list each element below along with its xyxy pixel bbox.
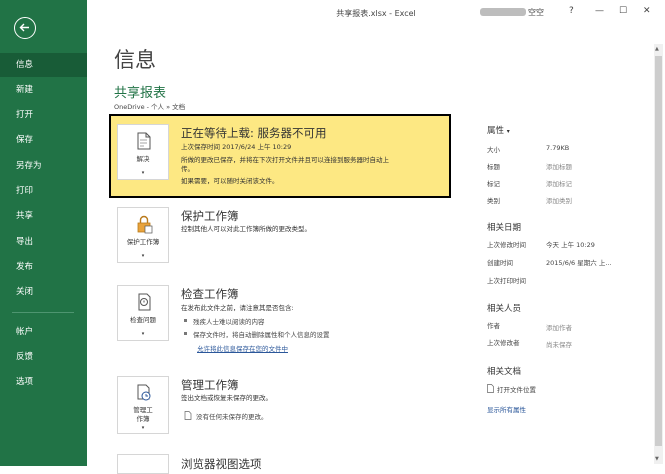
chevron-down-icon: ▾ <box>506 128 510 135</box>
nav-separator <box>12 312 74 313</box>
manage-workbook-button[interactable]: 管理工 作簿 ▾ <box>117 376 169 434</box>
upload-heading: 正在等待上载: 服务器不可用 <box>181 126 327 140</box>
chevron-down-icon: ▾ <box>141 425 145 431</box>
allow-save-info-link[interactable]: 允许将此信息保存在您的文件中 <box>197 343 288 353</box>
show-all-properties-link[interactable]: 显示所有属性 <box>487 404 526 414</box>
document-resolve-icon <box>137 132 151 150</box>
restore-button[interactable]: ☐ <box>619 6 627 16</box>
author-value[interactable]: 添加作者 <box>546 322 572 332</box>
size-label: 大小 <box>487 146 500 154</box>
vertical-scrollbar[interactable]: ▲ ▼ <box>654 44 663 464</box>
window-title: 共享报表.xlsx - Excel <box>336 9 416 18</box>
document-icon <box>487 384 494 393</box>
nav-save[interactable]: 保存 <box>0 128 87 152</box>
nav-feedback[interactable]: 反馈 <box>0 345 87 369</box>
nav-new[interactable]: 新建 <box>0 78 87 102</box>
help-button[interactable]: ? <box>569 6 574 16</box>
check-issues-button[interactable]: 检查问题 ▾ <box>117 285 169 341</box>
nav-options[interactable]: 选项 <box>0 370 87 394</box>
inspect-bullet-2: 保存文件时，将自动删除属性和个人信息的设置 <box>184 329 330 339</box>
size-value: 7.79KB <box>546 144 570 152</box>
inspect-document-icon <box>138 293 151 311</box>
last-modified-by-label: 上次修改者 <box>487 339 520 347</box>
chevron-down-icon: ▾ <box>141 253 145 259</box>
tags-label: 标记 <box>487 180 500 188</box>
close-button[interactable]: ✕ <box>643 6 651 16</box>
last-modified-by-value: 尚未保存 <box>546 341 572 349</box>
scroll-down-icon[interactable]: ▼ <box>655 456 659 462</box>
protect-desc: 控制其他人可以对此工作簿所做的更改类型。 <box>181 225 311 233</box>
created-label: 创建时间 <box>487 259 513 267</box>
nav-open[interactable]: 打开 <box>0 103 87 127</box>
manage-workbook-label: 管理工 作簿 <box>133 406 153 423</box>
manage-heading: 管理工作簿 <box>181 378 239 392</box>
upload-desc-2: 传。 <box>181 165 194 173</box>
nav-export[interactable]: 导出 <box>0 230 87 254</box>
file-path[interactable]: OneDrive - 个人 » 文档 <box>114 101 185 111</box>
back-arrow-icon <box>19 23 29 32</box>
scroll-up-icon[interactable]: ▲ <box>655 46 659 52</box>
nav-info[interactable]: 信息 <box>0 53 87 77</box>
lock-icon <box>137 215 153 234</box>
tags-value[interactable]: 添加标记 <box>546 178 572 188</box>
category-value[interactable]: 添加类别 <box>546 195 572 205</box>
last-modified-value: 今天 上午 10:29 <box>546 241 595 249</box>
title-bar: 共享报表.xlsx - Excel <box>87 0 665 24</box>
document-icon <box>184 411 192 420</box>
chevron-down-icon: ▾ <box>141 170 145 176</box>
back-button[interactable] <box>14 17 36 39</box>
page-title: 信息 <box>114 48 156 72</box>
category-label: 类别 <box>487 197 500 205</box>
related-people-heading: 相关人员 <box>487 304 522 314</box>
title-value[interactable]: 添加标题 <box>546 161 572 171</box>
inspect-bullet-1: 残疾人士难以阅读的内容 <box>184 316 265 326</box>
inspect-desc: 在发布此文件之前，请注意其是否包含: <box>181 304 294 312</box>
scrollbar-thumb[interactable] <box>655 56 662 446</box>
protect-heading: 保护工作簿 <box>181 209 239 223</box>
check-issues-label: 检查问题 <box>130 316 156 324</box>
last-printed-label: 上次打印时间 <box>487 277 526 285</box>
nav-close[interactable]: 关闭 <box>0 280 87 304</box>
account-avatar <box>480 8 526 16</box>
manage-desc: 签出文档或恢复未保存的更改。 <box>181 394 272 402</box>
upload-desc-3: 如果需要，可以随时关闭该文件。 <box>181 177 279 185</box>
minimize-button[interactable]: — <box>595 6 604 16</box>
browser-view-heading: 浏览器视图选项 <box>181 457 262 471</box>
protect-workbook-label: 保护工作簿 <box>126 238 160 246</box>
upload-desc-1: 所做的更改已保存，并将在下次打开文件并且可以连接到服务器时自动上 <box>181 156 389 164</box>
nav-print[interactable]: 打印 <box>0 179 87 203</box>
author-label: 作者 <box>487 322 500 330</box>
created-value: 2015/6/6 星期六 上... <box>546 259 612 267</box>
bullet-icon <box>184 319 187 322</box>
nav-publish[interactable]: 发布 <box>0 255 87 279</box>
browser-view-options-button[interactable] <box>117 454 169 474</box>
protect-workbook-button[interactable]: 保护工作簿 ▾ <box>117 207 169 263</box>
chevron-down-icon: ▾ <box>141 331 145 337</box>
title-label: 标题 <box>487 163 500 171</box>
bullet-icon <box>184 332 187 335</box>
resolve-button[interactable]: 解决 ▾ <box>117 124 169 180</box>
workbook-name: 共享报表 <box>114 86 167 101</box>
resolve-label: 解决 <box>136 155 150 163</box>
nav-save-as[interactable]: 另存为 <box>0 154 87 178</box>
account-name[interactable]: 空空 <box>480 7 544 18</box>
no-unsaved-changes: 没有任何未保存的更改。 <box>184 411 268 421</box>
manage-document-icon <box>137 384 151 401</box>
last-modified-label: 上次修改时间 <box>487 241 526 249</box>
inspect-heading: 检查工作簿 <box>181 287 239 301</box>
related-documents-heading: 相关文档 <box>487 367 522 377</box>
open-file-location[interactable]: 打开文件位置 <box>487 384 536 394</box>
related-dates-heading: 相关日期 <box>487 223 522 233</box>
nav-share[interactable]: 共享 <box>0 204 87 228</box>
backstage-sidebar: 信息 新建 打开 保存 另存为 打印 共享 导出 发布 关闭 帐户 反馈 选项 <box>0 0 87 466</box>
properties-heading[interactable]: 属性 ▾ <box>487 124 510 136</box>
nav-account[interactable]: 帐户 <box>0 320 87 344</box>
upload-last-saved: 上次保存时间 2017/6/24 上午 10:29 <box>181 143 292 151</box>
